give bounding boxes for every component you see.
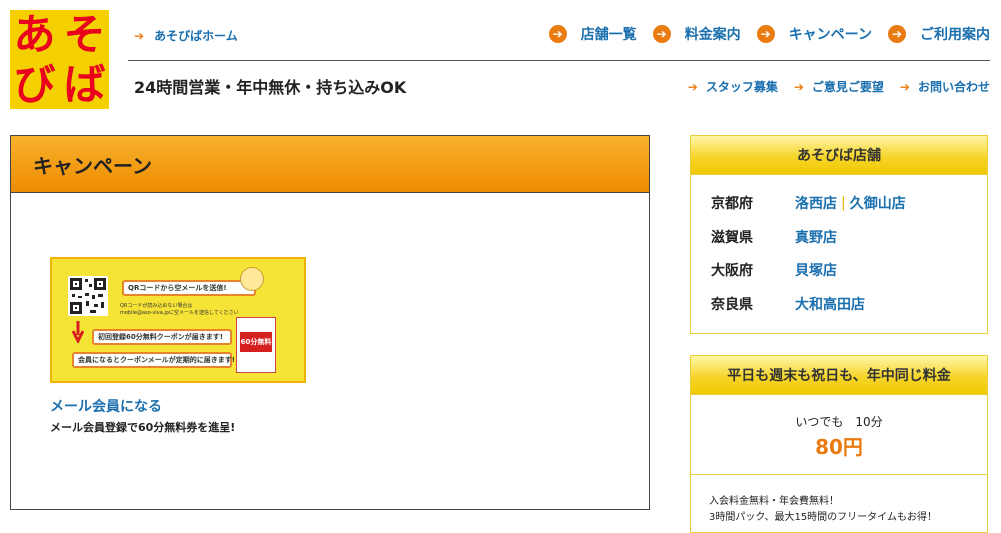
nav-item-label: スタッフ募集	[705, 80, 778, 94]
site-logo[interactable]: あ そ び ば	[10, 10, 109, 109]
circle-arrow-right-icon: ➔	[888, 25, 906, 43]
pricing-box: 平日も週末も祝日も、年中同じ料金 いつでも 10分 80円 入会料金無料・年会費…	[690, 355, 988, 533]
nav-item-campaign[interactable]: ➔ キャンペーン	[756, 24, 872, 44]
logo-char: ば	[63, 59, 106, 109]
nav-item-label: お問い合わせ	[917, 80, 990, 94]
nav-item-label: ご意見ご要望	[811, 80, 884, 94]
coupon-label: 60分無料	[240, 332, 272, 352]
logo-char: あ	[13, 10, 56, 59]
campaign-panel: キャンペーン QRコードから空メールを送信! QRコードが読み込めない場合は m…	[10, 135, 650, 510]
store-link-mano[interactable]: 真野店	[795, 227, 837, 247]
header-divider	[128, 60, 990, 61]
banner-step-3: 会員になるとクーポンメールが定期的に届きます!	[72, 352, 235, 368]
store-link-kumiyama[interactable]: 久御山店	[850, 193, 906, 213]
nav-item-feedback[interactable]: ➔ ご意見ご要望	[794, 78, 884, 95]
store-row: 奈良県 大和高田店	[711, 294, 865, 314]
coupon-image: 60分無料	[236, 317, 276, 373]
store-link-rakusai[interactable]: 洛西店	[795, 193, 837, 213]
pricing-divider	[691, 474, 987, 475]
nav-item-recruit[interactable]: ➔ スタッフ募集	[688, 78, 778, 95]
nav-item-contact[interactable]: ➔ お問い合わせ	[900, 78, 990, 95]
arrow-right-icon: ➔	[687, 79, 698, 94]
pricing-note: 入会料金無料・年会費無料！	[709, 496, 839, 507]
nav-item-stores[interactable]: ➔ 店舗一覧	[548, 24, 637, 44]
mail-member-link[interactable]: メール会員になる	[50, 396, 162, 416]
logo-char: び	[13, 59, 56, 109]
store-link-kaizuka[interactable]: 貝塚店	[795, 260, 837, 280]
banner-step-2: 初回登録60分無料クーポンが届きます!	[92, 329, 232, 345]
banner-step-1: QRコードから空メールを送信!	[122, 280, 256, 296]
stores-title: あそびば店舗	[691, 136, 987, 175]
store-link-yamatotakada[interactable]: 大和高田店	[795, 294, 865, 314]
pricing-title: 平日も週末も祝日も、年中同じ料金	[691, 356, 987, 395]
circle-arrow-right-icon: ➔	[756, 25, 775, 43]
nav-item-label: 店舗一覧	[580, 27, 637, 43]
store-row: 京都府 洛西店 | 久御山店	[711, 193, 906, 213]
arrow-right-icon: ➔	[899, 79, 910, 94]
banner-note: QRコードが読み込めない場合は mobile@aso-viva.jpに空メールを…	[120, 303, 239, 316]
circle-arrow-right-icon: ➔	[548, 25, 567, 43]
prefecture-label: 大阪府	[711, 263, 753, 279]
mail-member-banner[interactable]: QRコードから空メールを送信! QRコードが読み込めない場合は mobile@a…	[50, 257, 306, 383]
sub-nav: ➔ スタッフ募集 ➔ ご意見ご要望 ➔ お問い合わせ	[672, 78, 990, 95]
pricing-note: 3時間パック、最大15時間のフリータイムもお得！	[709, 512, 937, 523]
home-link-label: あそびばホーム	[154, 29, 238, 43]
arrow-right-icon: ➔	[134, 28, 145, 43]
store-row: 大阪府 貝塚店	[711, 260, 837, 280]
nav-item-label: 料金案内	[684, 27, 741, 43]
nav-item-label: キャンペーン	[788, 27, 872, 43]
price-value: 80円	[815, 435, 863, 459]
page-title: キャンペーン	[11, 136, 649, 193]
home-link[interactable]: ➔ あそびばホーム	[134, 27, 238, 44]
price-unit: いつでも 10分	[795, 415, 883, 429]
prefecture-label: 滋賀県	[711, 230, 753, 246]
prefecture-label: 奈良県	[711, 297, 753, 313]
main-nav: ➔ 店舗一覧 ➔ 料金案内 ➔ キャンペーン ➔ ご利用案内	[533, 24, 990, 44]
nav-item-guide[interactable]: ➔ ご利用案内	[888, 24, 990, 44]
nav-item-pricing[interactable]: ➔ 料金案内	[652, 24, 741, 44]
arrow-right-icon: ➔	[793, 79, 804, 94]
circle-arrow-right-icon: ➔	[652, 25, 671, 43]
store-row: 滋賀県 真野店	[711, 227, 837, 247]
nav-item-label: ご利用案内	[920, 27, 990, 43]
arrow-down-icon	[72, 321, 84, 343]
qr-code-icon	[68, 276, 108, 316]
mascot-icon	[240, 267, 264, 291]
stores-box: あそびば店舗 京都府 洛西店 | 久御山店 滋賀県 真野店 大阪府 貝塚店 奈良…	[690, 135, 988, 334]
mail-member-description: メール会員登録で60分無料券を進呈!	[50, 421, 236, 434]
separator: |	[841, 195, 846, 211]
tagline: 24時間営業・年中無休・持ち込みOK	[134, 78, 407, 97]
logo-char: そ	[63, 10, 106, 59]
prefecture-label: 京都府	[711, 196, 753, 212]
